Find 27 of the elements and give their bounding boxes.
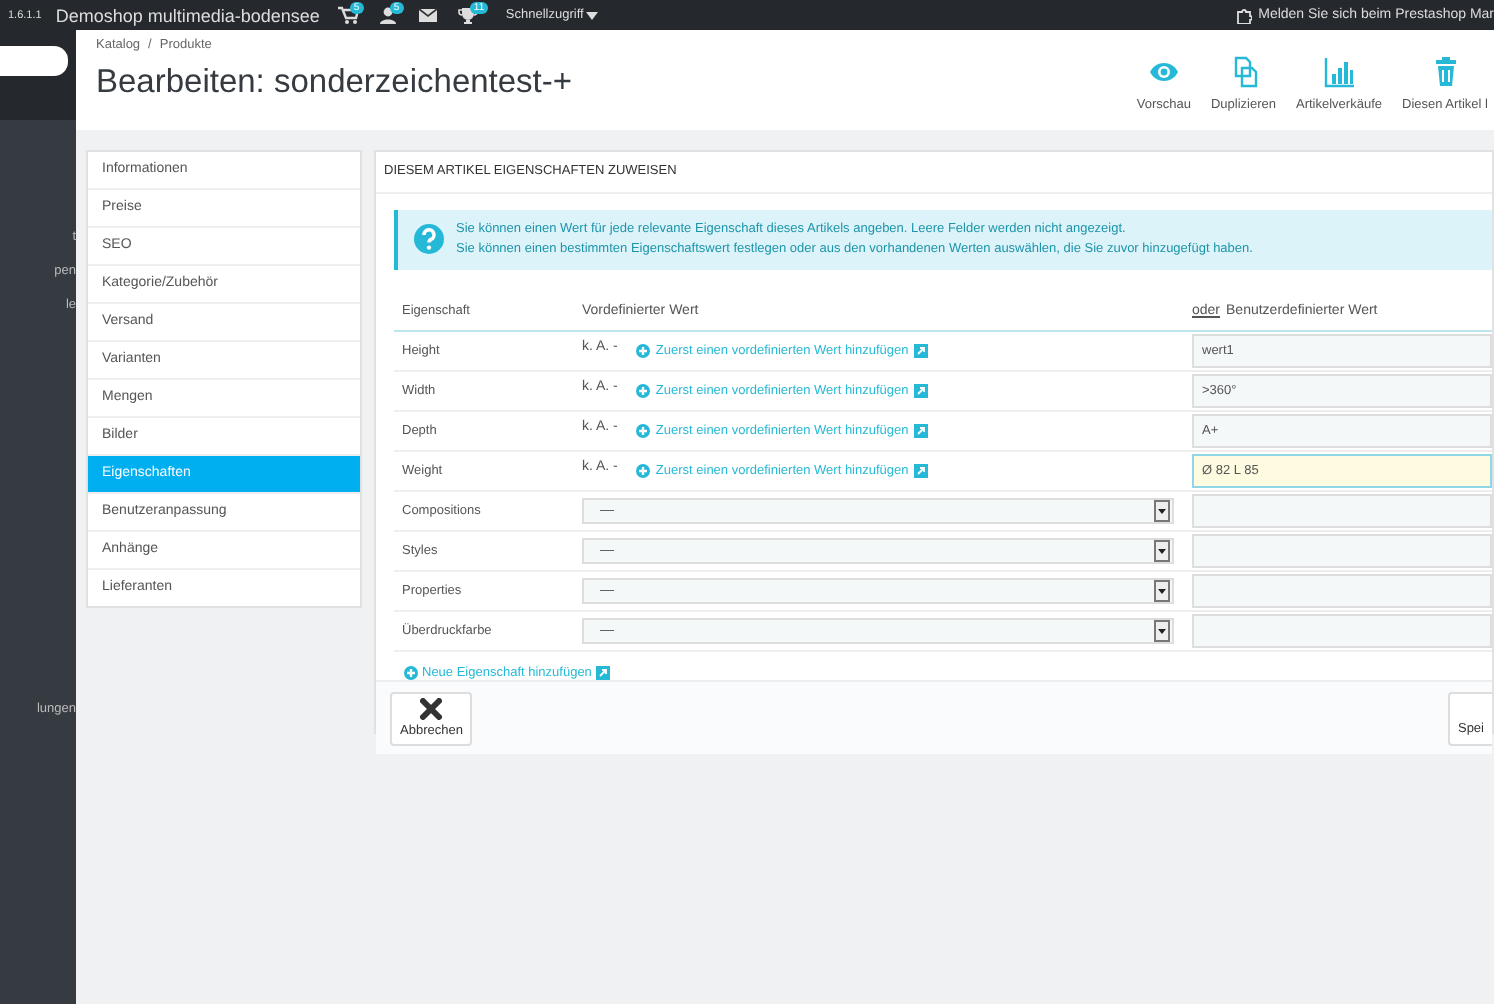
external-link-icon	[914, 344, 929, 358]
external-link-icon	[914, 464, 929, 478]
shop-name[interactable]: Demoshop multimedia-bodensee	[55, 5, 320, 25]
page-title: Bearbeiten: sonderzeichentest-+	[96, 64, 573, 102]
close-icon	[420, 698, 443, 720]
custom-value-field[interactable]	[1192, 614, 1492, 648]
external-link-icon	[914, 384, 929, 398]
custom-value-field[interactable]	[1192, 494, 1492, 528]
plus-circle-icon	[635, 344, 650, 358]
mail-icon[interactable]	[417, 5, 438, 25]
external-link-icon	[914, 424, 929, 438]
plus-circle-icon	[635, 424, 650, 438]
caret-icon	[1154, 620, 1170, 642]
custom-value-field[interactable]	[1192, 574, 1492, 608]
plus-circle-icon	[635, 464, 650, 478]
plus-circle-icon	[635, 384, 650, 398]
puzzle-icon	[1236, 7, 1253, 23]
user-icon[interactable]	[377, 5, 398, 25]
search-field[interactable]	[0, 46, 68, 76]
caret-icon	[1154, 580, 1170, 602]
caret-icon	[585, 11, 598, 19]
caret-icon	[1154, 540, 1170, 562]
question-icon	[414, 224, 444, 254]
custom-value-field[interactable]	[1192, 534, 1492, 568]
cart-icon[interactable]	[337, 5, 358, 25]
caret-icon	[1154, 500, 1170, 522]
bar-chart-icon	[1323, 56, 1355, 88]
